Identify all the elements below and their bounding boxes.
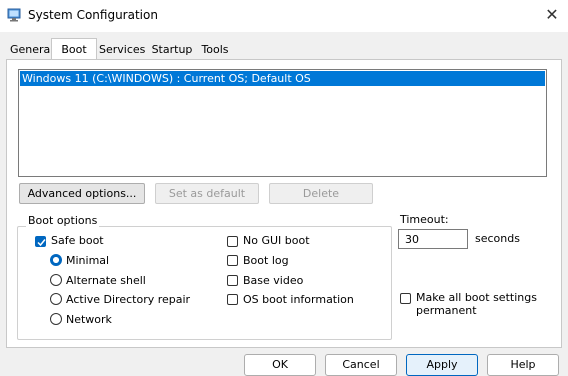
timeout-label: Timeout: xyxy=(400,213,449,226)
window-title: System Configuration xyxy=(28,8,158,22)
timeout-unit-label: seconds xyxy=(475,232,520,245)
ok-button[interactable]: OK xyxy=(244,354,316,376)
no-gui-boot-checkbox[interactable] xyxy=(227,236,238,247)
system-config-icon xyxy=(7,8,21,22)
tab-general[interactable]: General xyxy=(10,40,53,59)
make-permanent-label-line2: permanent xyxy=(416,304,477,317)
help-button[interactable]: Help xyxy=(487,354,559,376)
close-icon: ✕ xyxy=(545,5,559,24)
safe-boot-label: Safe boot xyxy=(51,234,104,247)
boot-log-checkbox[interactable] xyxy=(227,255,238,266)
boot-log-label: Boot log xyxy=(243,254,289,267)
delete-button[interactable]: Delete xyxy=(269,183,373,204)
title-bar: System Configuration ✕ xyxy=(0,0,568,32)
apply-button[interactable]: Apply xyxy=(406,354,478,376)
tab-services[interactable]: Services xyxy=(99,40,145,59)
tab-startup[interactable]: Startup xyxy=(151,40,193,59)
radio-minimal-label: Minimal xyxy=(66,254,110,267)
os-boot-information-label: OS boot information xyxy=(243,293,354,306)
os-list-item[interactable]: Windows 11 (C:\WINDOWS) : Current OS; De… xyxy=(20,71,545,86)
radio-active-directory-repair-label: Active Directory repair xyxy=(66,293,191,306)
make-permanent-checkbox[interactable] xyxy=(400,293,411,304)
radio-minimal[interactable] xyxy=(50,254,62,266)
timeout-input[interactable] xyxy=(398,229,468,249)
cancel-button[interactable]: Cancel xyxy=(325,354,397,376)
set-as-default-button[interactable]: Set as default xyxy=(155,183,259,204)
advanced-options-button[interactable]: Advanced options... xyxy=(19,183,145,204)
radio-network[interactable] xyxy=(50,313,62,325)
base-video-checkbox[interactable] xyxy=(227,275,238,286)
tab-tools[interactable]: Tools xyxy=(200,40,230,59)
boot-options-label: Boot options xyxy=(26,214,100,227)
radio-alternate-shell[interactable] xyxy=(50,274,62,286)
close-button[interactable]: ✕ xyxy=(541,5,563,25)
os-boot-information-checkbox[interactable] xyxy=(227,294,238,305)
tab-boot[interactable]: Boot xyxy=(51,38,97,61)
radio-alternate-shell-label: Alternate shell xyxy=(66,274,146,287)
checkmark-icon xyxy=(37,239,46,247)
make-permanent-label-line1: Make all boot settings xyxy=(416,291,537,304)
base-video-label: Base video xyxy=(243,274,304,287)
radio-active-directory-repair[interactable] xyxy=(50,293,62,305)
radio-network-label: Network xyxy=(66,313,112,326)
no-gui-boot-label: No GUI boot xyxy=(243,234,310,247)
safe-boot-checkbox[interactable] xyxy=(35,236,46,247)
